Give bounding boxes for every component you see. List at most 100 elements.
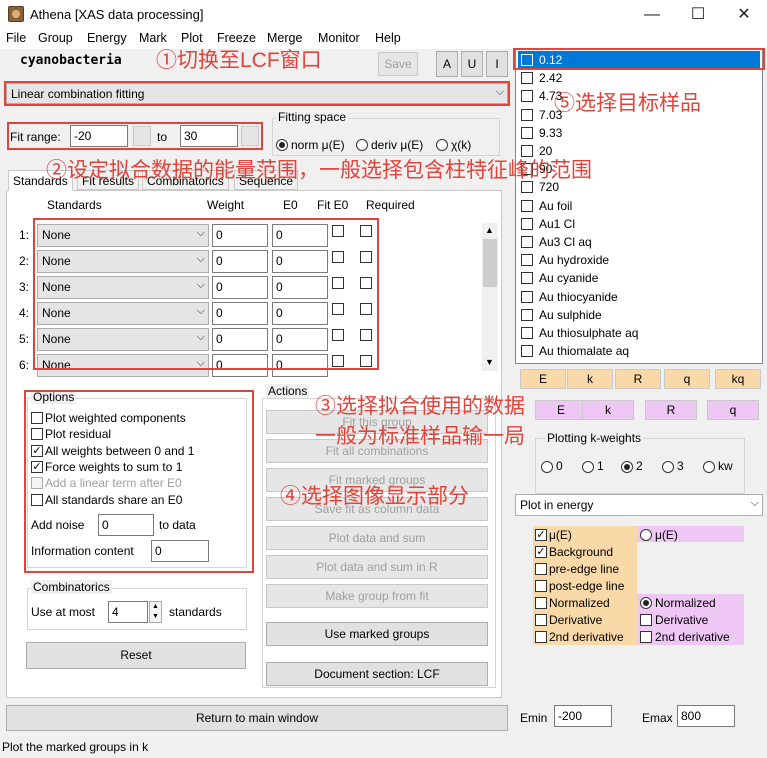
group-list-item[interactable]: Au thiocyanide [518, 288, 760, 306]
action-button[interactable]: Document section: LCF [266, 662, 488, 686]
plot-button-q[interactable]: q [664, 369, 710, 389]
menu-freeze[interactable]: Freeze [217, 31, 256, 45]
group-mark-checkbox[interactable] [521, 290, 533, 303]
group-mark-checkbox[interactable] [521, 72, 533, 85]
group-list-item[interactable]: Au hydroxide [518, 251, 760, 269]
fitting-space-title: Fitting space [276, 110, 349, 124]
plot-marked-option-check[interactable] [640, 631, 652, 643]
close-icon[interactable]: ✕ [721, 0, 767, 29]
action-button[interactable]: Plot data and sum [266, 526, 488, 550]
group-mark-checkbox[interactable] [521, 345, 533, 358]
menu-group[interactable]: Group [38, 31, 73, 45]
menu-plot[interactable]: Plot [181, 31, 203, 45]
plot-option-checkbox[interactable] [535, 614, 547, 626]
scroll-down-icon[interactable]: ▼ [485, 357, 494, 367]
spin-down-icon[interactable]: ▼ [150, 612, 161, 622]
plot-marked-option-radio[interactable] [640, 597, 652, 609]
group-list-label: Au thiocyanide [539, 289, 618, 304]
annotation-box-fit-range [7, 122, 263, 150]
plot-button-kq[interactable]: kq [715, 369, 761, 389]
plot-marked-button-e[interactable]: E [535, 400, 587, 420]
group-mark-checkbox[interactable] [521, 108, 533, 121]
save-button[interactable]: Save [378, 52, 418, 76]
maximize-icon[interactable]: ☐ [675, 0, 721, 29]
emax-input[interactable]: 800 [677, 705, 735, 727]
group-mark-checkbox[interactable] [521, 217, 533, 230]
plot-marked-option-radio[interactable] [640, 529, 652, 541]
group-list-label: Au3 Cl aq [539, 235, 592, 249]
plot-button-r[interactable]: R [615, 369, 661, 389]
plot-button-e[interactable]: E [520, 369, 566, 389]
i-button[interactable]: I [486, 51, 508, 77]
plot-option-checkbox[interactable]: ✓ [535, 529, 547, 541]
group-list-item[interactable]: 9.33 [518, 124, 760, 142]
minimize-icon[interactable]: — [629, 0, 675, 29]
group-list-item[interactable]: Au1 Cl [518, 215, 760, 233]
annotation-plot-parts: ④选择图像显示部分 [280, 485, 469, 508]
emin-input[interactable]: -200 [554, 705, 612, 727]
group-mark-checkbox[interactable] [521, 90, 533, 103]
menu-mark[interactable]: Mark [139, 31, 167, 45]
group-mark-checkbox[interactable] [521, 236, 533, 248]
plot-marked-button-r[interactable]: R [645, 400, 697, 420]
group-list-item[interactable]: Au3 Cl aq [518, 233, 760, 251]
spin-up-icon[interactable]: ▲ [150, 602, 161, 612]
plot-marked-button-k[interactable]: k [582, 400, 634, 420]
fitting-space-chi-radio[interactable] [436, 139, 448, 151]
menu-energy[interactable]: Energy [87, 31, 127, 45]
plot-marked-button-q[interactable]: q [707, 400, 759, 420]
group-list-item[interactable]: Au sulphide [518, 306, 760, 324]
group-mark-checkbox[interactable] [521, 254, 533, 267]
annotation-box-standards [33, 218, 379, 370]
group-mark-checkbox[interactable] [521, 272, 533, 285]
standards-scrollbar[interactable]: ▲ ▼ [482, 223, 498, 371]
plot-button-k[interactable]: k [567, 369, 613, 389]
menu-help[interactable]: Help [375, 31, 401, 45]
group-list-label: Au thiosulphate aq [539, 326, 639, 340]
plot-option-checkbox[interactable] [535, 580, 547, 592]
group-mark-checkbox[interactable] [521, 327, 533, 339]
plot-option-checkbox[interactable] [535, 597, 547, 609]
reset-button[interactable]: Reset [26, 642, 246, 669]
group-list-item[interactable]: Au foil [518, 197, 760, 215]
kweight-radio[interactable] [703, 461, 715, 473]
plot-marked-option-check[interactable] [640, 614, 652, 626]
emin-label: Emin [520, 711, 548, 725]
scroll-up-icon[interactable]: ▲ [485, 225, 494, 235]
u-button[interactable]: U [461, 51, 483, 77]
a-button[interactable]: A [436, 51, 458, 77]
plot-space-select[interactable]: Plot in energy ⌵ [515, 494, 763, 516]
annotation-select-data: ③选择拟合使用的数据 [315, 395, 525, 418]
use-at-most-label: Use at most [31, 605, 96, 619]
group-list-label: Au hydroxide [539, 253, 610, 268]
plot-option-checkbox[interactable] [535, 563, 547, 575]
fitting-space-norm-radio[interactable] [276, 139, 288, 151]
group-mark-checkbox[interactable] [521, 126, 533, 139]
window-title: Athena [XAS data processing] [30, 7, 204, 22]
kweight-radio[interactable] [662, 461, 674, 473]
menu-file[interactable]: File [6, 31, 26, 45]
kweight-radio[interactable] [541, 461, 553, 473]
e0-header: E0 [283, 198, 298, 212]
kweight-radio[interactable] [621, 461, 633, 473]
annotation-target-sample: ⑤选择目标样品 [554, 92, 701, 115]
group-list-item[interactable]: 2.42 [518, 69, 760, 87]
group-mark-checkbox[interactable] [521, 308, 533, 321]
action-button[interactable]: Use marked groups [266, 622, 488, 646]
use-at-most-input[interactable]: 4 [108, 601, 148, 623]
group-mark-checkbox[interactable] [521, 199, 533, 212]
action-button[interactable]: Make group from fit [266, 584, 488, 608]
scroll-thumb[interactable] [483, 239, 497, 287]
fitting-space-deriv-radio[interactable] [356, 139, 368, 151]
return-to-main-button[interactable]: Return to main window [6, 705, 508, 731]
menu-monitor[interactable]: Monitor [318, 31, 360, 45]
group-list-item[interactable]: Au thiomalate aq [518, 342, 760, 360]
plot-option-checkbox[interactable]: ✓ [535, 546, 547, 558]
kweight-radio[interactable] [582, 461, 594, 473]
menu-merge[interactable]: Merge [267, 31, 302, 45]
plot-option-checkbox[interactable] [535, 631, 547, 643]
group-list-item[interactable]: Au cyanide [518, 269, 760, 287]
use-at-most-spinner[interactable]: ▲ ▼ [149, 601, 162, 623]
group-list-item[interactable]: Au thiosulphate aq [518, 324, 760, 342]
action-button[interactable]: Plot data and sum in R [266, 555, 488, 579]
